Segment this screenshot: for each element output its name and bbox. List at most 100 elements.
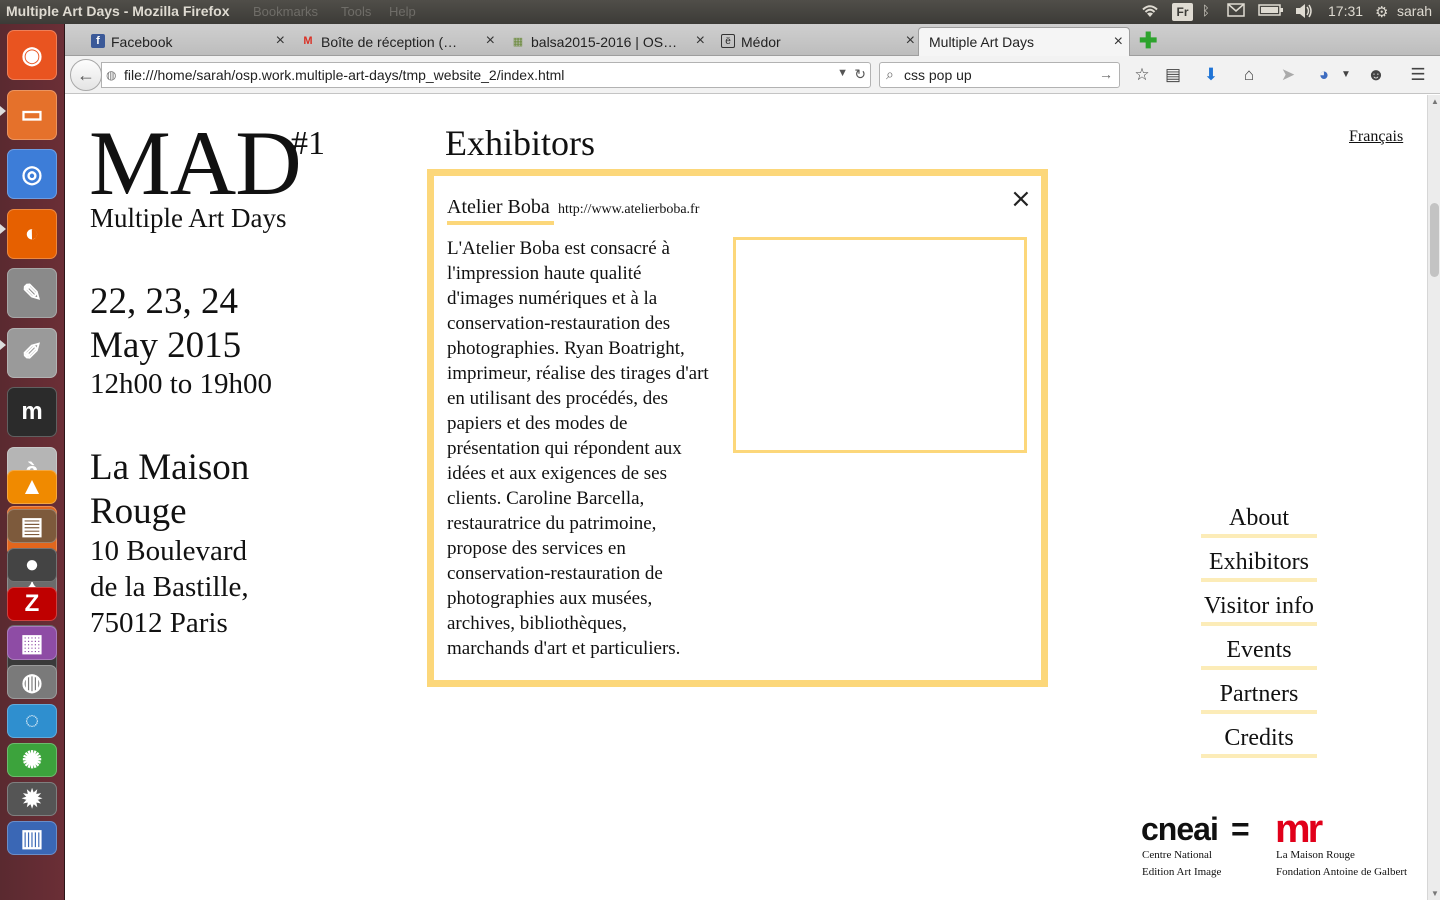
filezilla-icon[interactable]: Z xyxy=(7,587,57,621)
chat-app-icon[interactable]: ✺ xyxy=(7,743,57,777)
cneai-logo[interactable]: cneai xyxy=(1141,811,1219,848)
page-scrollbar[interactable]: ▲ ▼ xyxy=(1427,95,1440,900)
nav-partners[interactable]: Partners xyxy=(1201,681,1317,714)
close-icon[interactable]: × xyxy=(486,32,495,50)
event-hours: 12h00 to 19h00 xyxy=(90,368,273,400)
search-value: css pop up xyxy=(904,67,972,83)
tab-label: Boîte de réception (… xyxy=(321,33,458,50)
session-gear-icon[interactable]: ⚙ xyxy=(1375,3,1388,21)
tab-gmail[interactable]: M Boîte de réception (… × xyxy=(295,27,501,56)
arrow-right-icon[interactable]: → xyxy=(1099,66,1113,82)
scroll-thumb[interactable] xyxy=(1430,203,1439,277)
back-button[interactable]: ← xyxy=(70,59,102,91)
nav-visitor-info[interactable]: Visitor info xyxy=(1201,593,1317,626)
chevron-down-icon[interactable]: ▼ xyxy=(1335,69,1357,80)
tab-medor[interactable]: ë Médor × xyxy=(715,27,921,56)
pdf-shuffler-icon[interactable]: ▤ xyxy=(7,509,57,543)
dates-line: 22, 23, 24 xyxy=(90,281,238,322)
mail-icon[interactable] xyxy=(1227,3,1245,21)
volume-icon[interactable] xyxy=(1294,3,1314,21)
tab-facebook[interactable]: f Facebook × xyxy=(85,27,291,56)
url-bar[interactable]: ◍ file:///home/sarah/osp.work.multiple-a… xyxy=(101,62,871,88)
chevron-down-icon[interactable]: ▼ xyxy=(837,67,848,79)
running-indicator xyxy=(0,340,6,350)
menu-icon[interactable]: ☰ xyxy=(1407,65,1429,85)
wifi-icon[interactable] xyxy=(1140,3,1160,21)
venue-address: 10 Boulevard de la Bastille, 75012 Paris xyxy=(90,533,249,641)
scroll-down-icon[interactable]: ▼ xyxy=(1431,889,1439,898)
disk-icon[interactable]: ◍ xyxy=(7,665,57,699)
battery-icon[interactable] xyxy=(1258,3,1284,21)
browser-nav-bar: ◍ file:///home/sarah/osp.work.multiple-a… xyxy=(65,56,1440,94)
menu-bookmarks[interactable]: Bookmarks xyxy=(253,4,318,19)
archive-icon[interactable]: ▦ xyxy=(7,626,57,660)
firefox-icon[interactable]: ◐ xyxy=(7,208,57,259)
scroll-up-icon[interactable]: ▲ xyxy=(1431,97,1439,106)
facebook-icon: f xyxy=(91,34,105,48)
home-icon[interactable]: ⌂ xyxy=(1238,65,1260,85)
exhibitor-url[interactable]: http://www.atelierboba.fr xyxy=(558,202,699,218)
clock[interactable]: 17:31 xyxy=(1328,3,1363,21)
window-title: Multiple Art Days - Mozilla Firefox xyxy=(6,3,230,19)
url-text: file:///home/sarah/osp.work.multiple-art… xyxy=(124,67,565,83)
cneai-caption-line: Edition Art Image xyxy=(1142,866,1222,878)
exhibitor-description: L'Atelier Boba est consacré à l'impressi… xyxy=(447,238,709,659)
mr-caption-line: La Maison Rouge xyxy=(1276,849,1355,861)
cneai-caption-line: Centre National xyxy=(1142,849,1212,861)
close-icon[interactable]: × xyxy=(906,32,915,50)
nav-about[interactable]: About xyxy=(1201,505,1317,538)
reading-list-icon[interactable]: ▤ xyxy=(1162,65,1184,85)
globe-app-icon[interactable]: ◌ xyxy=(7,704,57,738)
search-input[interactable]: ⌕ css pop up → xyxy=(879,62,1120,88)
new-tab-button[interactable]: ✚ xyxy=(1139,28,1157,54)
maison-rouge-logo[interactable]: mr xyxy=(1275,807,1323,852)
text-editor-icon[interactable]: ✎ xyxy=(7,268,57,318)
address-line: de la Bastille, xyxy=(90,571,249,603)
running-indicator xyxy=(0,106,6,116)
document-viewer-icon[interactable]: ✐ xyxy=(7,327,57,378)
ubuntu-dash-icon[interactable]: ◉ xyxy=(7,30,57,80)
dates-line: May 2015 xyxy=(90,325,242,366)
search-icon: ⌕ xyxy=(886,66,894,82)
menu-tools[interactable]: Tools xyxy=(341,4,371,19)
chat-icon[interactable]: ☻ xyxy=(1365,65,1387,85)
gmail-icon: M xyxy=(303,35,313,47)
site-logo[interactable]: MAD xyxy=(89,117,302,209)
close-icon[interactable]: × xyxy=(276,32,285,50)
bookmark-star-icon[interactable]: ☆ xyxy=(1131,65,1153,85)
nav-events[interactable]: Events xyxy=(1201,637,1317,670)
tab-label: balsa2015-2016 | OS… xyxy=(531,33,678,50)
files-icon[interactable]: ▭ xyxy=(7,89,57,140)
app-m-icon[interactable]: m xyxy=(7,387,57,437)
nav-credits[interactable]: Credits xyxy=(1201,725,1317,758)
tab-multiple-art-days[interactable]: Multiple Art Days × xyxy=(918,27,1130,56)
close-icon[interactable]: × xyxy=(1114,33,1123,51)
document-app-icon[interactable]: ▥ xyxy=(7,821,57,855)
venue-name: La Maison Rouge xyxy=(90,446,249,534)
tab-balsa[interactable]: ▦ balsa2015-2016 | OS… × xyxy=(505,27,711,56)
download-icon[interactable]: ⬇ xyxy=(1200,65,1222,85)
nav-exhibitors[interactable]: Exhibitors xyxy=(1201,549,1317,582)
exhibitor-name: Atelier Boba xyxy=(447,196,554,225)
close-icon[interactable]: × xyxy=(696,32,705,50)
system-top-panel: Multiple Art Days - Mozilla Firefox Book… xyxy=(0,0,1440,24)
keyboard-layout-indicator[interactable]: Fr xyxy=(1172,3,1193,21)
mr-caption-line: Fondation Antoine de Galbert xyxy=(1276,866,1408,878)
extension-icon[interactable]: ◕ xyxy=(1313,65,1335,85)
camera-icon[interactable]: ● xyxy=(7,548,57,582)
language-link[interactable]: Français xyxy=(1349,128,1403,146)
menu-help[interactable]: Help xyxy=(389,4,416,19)
web-page: MAD #1 Multiple Art Days 22, 23, 24 May … xyxy=(65,95,1427,900)
vlc-icon[interactable]: ▲ xyxy=(7,470,57,504)
bluetooth-icon[interactable]: ᛒ xyxy=(1202,3,1210,21)
address-line: 10 Boulevard xyxy=(90,535,248,567)
user-name[interactable]: sarah xyxy=(1397,3,1432,21)
exhibitor-image-frame xyxy=(733,237,1027,453)
site-subtitle: Multiple Art Days xyxy=(90,203,287,233)
reload-icon[interactable]: ↻ xyxy=(854,66,866,83)
gear-app-icon[interactable]: ✹ xyxy=(7,782,57,816)
globe-icon: ◍ xyxy=(106,68,117,82)
chromium-icon[interactable]: ◎ xyxy=(7,149,57,199)
close-icon[interactable]: × xyxy=(1010,184,1032,214)
send-icon[interactable]: ➤ xyxy=(1277,65,1299,85)
